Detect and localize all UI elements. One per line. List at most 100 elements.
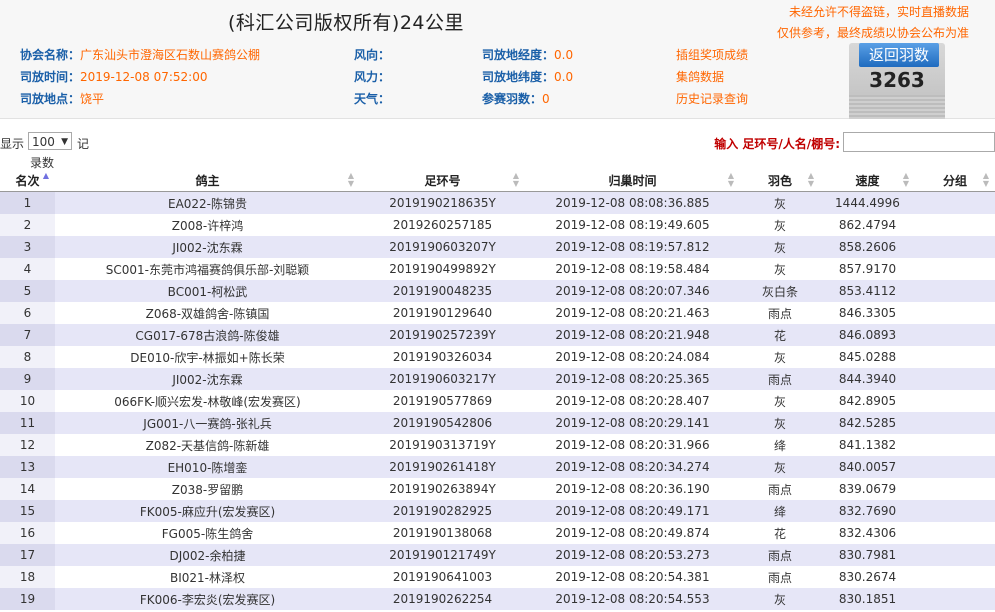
cell-color: 绛 bbox=[740, 434, 820, 456]
cell-arrival: 2019-12-08 08:20:31.966 bbox=[525, 434, 740, 456]
cell-arrival: 2019-12-08 08:20:53.273 bbox=[525, 544, 740, 566]
table-row: 6 Z068-双雄鸽舍-陈镇国 2019190129640 2019-12-08 08… bbox=[0, 302, 995, 324]
col-header-arrival[interactable]: 归巢时间 ▲ ▼ bbox=[525, 170, 740, 192]
cell-owner: BC001-柯松武 bbox=[55, 280, 360, 302]
sort-icon: ▲ ▼ bbox=[982, 171, 989, 188]
cell-owner: JI002-沈东霖 bbox=[55, 236, 360, 258]
page-size-select[interactable]: 100 ▼ bbox=[28, 132, 72, 150]
col-header-owner[interactable]: 鸽主 ▲ ▼ bbox=[55, 170, 360, 192]
table-row: 10 066FK-顺兴宏发-林敬峰(宏发赛区) 2019190577869 2019-… bbox=[0, 390, 995, 412]
cell-color: 雨点 bbox=[740, 566, 820, 588]
cell-rank: 7 bbox=[0, 324, 55, 346]
col-header-group[interactable]: 分组 ▲ ▼ bbox=[915, 170, 995, 192]
cell-ring: 2019190138068 bbox=[360, 522, 525, 544]
header-panel: (科汇公司版权所有)24公里 未经允许不得盗链，实时直播数据 仅供参考，最终成绩… bbox=[0, 0, 995, 119]
cell-rank: 5 bbox=[0, 280, 55, 302]
cell-ring: 2019190121749Y bbox=[360, 544, 525, 566]
history-link[interactable]: 历史记录查询 bbox=[676, 90, 748, 107]
cell-arrival: 2019-12-08 08:20:25.365 bbox=[525, 368, 740, 390]
cell-ring: 2019190542806 bbox=[360, 412, 525, 434]
table-row: 15 FK005-麻应升(宏发赛区) 2019190282925 2019-12-08… bbox=[0, 500, 995, 522]
cell-speed: 862.4794 bbox=[820, 214, 915, 236]
table-row: 12 Z082-天基信鸽-陈新雄 2019190313719Y 2019-12-08 … bbox=[0, 434, 995, 456]
table-row: 5 BC001-柯松武 2019190048235 2019-12-08 08:20:… bbox=[0, 280, 995, 302]
longitude-value: 0.0 bbox=[554, 48, 574, 62]
cell-color: 灰 bbox=[740, 236, 820, 258]
cell-ring: 2019190129640 bbox=[360, 302, 525, 324]
sort-asc-icon: ▲ bbox=[42, 171, 49, 180]
sort-icon: ▲ ▼ bbox=[807, 171, 814, 188]
col-header-speed[interactable]: 速度 ▲ ▼ bbox=[820, 170, 915, 192]
cell-speed: 830.1851 bbox=[820, 588, 915, 610]
cell-group bbox=[915, 214, 995, 236]
cell-ring: 2019190603207Y bbox=[360, 236, 525, 258]
cell-group bbox=[915, 258, 995, 280]
cell-color: 雨点 bbox=[740, 302, 820, 324]
cell-rank: 19 bbox=[0, 588, 55, 610]
cell-arrival: 2019-12-08 08:20:07.346 bbox=[525, 280, 740, 302]
cell-arrival: 2019-12-08 08:20:34.274 bbox=[525, 456, 740, 478]
cell-color: 灰 bbox=[740, 588, 820, 610]
cell-speed: 844.3940 bbox=[820, 368, 915, 390]
cell-rank: 16 bbox=[0, 522, 55, 544]
cell-group bbox=[915, 390, 995, 412]
cell-color: 雨点 bbox=[740, 544, 820, 566]
group-award-link[interactable]: 插组奖项成绩 bbox=[676, 46, 748, 63]
cell-arrival: 2019-12-08 08:20:29.141 bbox=[525, 412, 740, 434]
cell-speed: 830.2674 bbox=[820, 566, 915, 588]
notice-line-2: 仅供参考，最终成绩以协会公布为准 bbox=[776, 26, 969, 40]
cell-speed: 839.0679 bbox=[820, 478, 915, 500]
col-header-rank[interactable]: 名次 ▲ bbox=[0, 170, 55, 192]
cell-owner: DE010-欣宇-林振如+陈长荣 bbox=[55, 346, 360, 368]
cell-group bbox=[915, 324, 995, 346]
col-header-color[interactable]: 羽色 ▲ ▼ bbox=[740, 170, 820, 192]
release-place-row: 司放地点：饶平 bbox=[20, 90, 104, 107]
cell-owner: CG017-678古浪鸽-陈俊雄 bbox=[55, 324, 360, 346]
cell-ring: 2019190326034 bbox=[360, 346, 525, 368]
release-place-label: 司放地点： bbox=[20, 92, 81, 106]
col-header-ring[interactable]: 足环号 ▲ ▼ bbox=[360, 170, 525, 192]
cell-ring: 2019190262254 bbox=[360, 588, 525, 610]
entry-count-value: 0 bbox=[542, 92, 550, 106]
cell-ring: 2019260257185 bbox=[360, 214, 525, 236]
cell-speed: 845.0288 bbox=[820, 346, 915, 368]
table-row: 3 JI002-沈东霖 2019190603207Y 2019-12-08 08:19… bbox=[0, 236, 995, 258]
cell-rank: 12 bbox=[0, 434, 55, 456]
results-table: 名次 ▲ 鸽主 ▲ ▼ 足环号 ▲ ▼ 归巢时间 ▲ ▼ 羽色 ▲ ▼ 速度 ▲ ▼ 分组 ▲ ▼ 1 EA… bbox=[0, 170, 995, 610]
cell-color: 花 bbox=[740, 324, 820, 346]
sort-icon: ▲ ▼ bbox=[347, 171, 354, 188]
table-row: 17 DJ002-余柏捷 2019190121749Y 2019-12-08 08:2… bbox=[0, 544, 995, 566]
cell-speed: 846.3305 bbox=[820, 302, 915, 324]
unit-label: 记 bbox=[77, 137, 90, 151]
cell-rank: 11 bbox=[0, 412, 55, 434]
chevron-down-icon: ▼ bbox=[61, 137, 68, 147]
longitude-row: 司放地经度：0.0 bbox=[482, 46, 573, 63]
cell-speed: 840.0057 bbox=[820, 456, 915, 478]
collection-data-link[interactable]: 集鸽数据 bbox=[676, 68, 724, 85]
cell-speed: 841.1382 bbox=[820, 434, 915, 456]
notice-line-1: 未经允许不得盗链，实时直播数据 bbox=[788, 5, 969, 19]
cell-owner: Z068-双雄鸽舍-陈镇国 bbox=[55, 302, 360, 324]
cell-owner: FG005-陈生鸽舍 bbox=[55, 522, 360, 544]
table-row: 8 DE010-欣宇-林振如+陈长荣 2019190326034 2019-12-08… bbox=[0, 346, 995, 368]
cell-ring: 2019190499892Y bbox=[360, 258, 525, 280]
table-row: 1 EA022-陈锦贵 2019190218635Y 2019-12-08 08:08… bbox=[0, 191, 995, 214]
cell-arrival: 2019-12-08 08:20:49.874 bbox=[525, 522, 740, 544]
cell-owner: FK006-李宏炎(宏发赛区) bbox=[55, 588, 360, 610]
cell-color: 灰 bbox=[740, 390, 820, 412]
cell-speed: 842.5285 bbox=[820, 412, 915, 434]
cell-owner: EA022-陈锦贵 bbox=[55, 191, 360, 214]
cell-rank: 15 bbox=[0, 500, 55, 522]
cell-color: 灰 bbox=[740, 214, 820, 236]
returned-count-value: 3263 bbox=[869, 68, 925, 92]
release-time-label: 司放时间： bbox=[20, 70, 81, 84]
cell-owner: JI002-沈东霖 bbox=[55, 368, 360, 390]
assoc-label: 协会名称： bbox=[20, 48, 81, 62]
search-input[interactable] bbox=[843, 132, 995, 152]
table-row: 16 FG005-陈生鸽舍 2019190138068 2019-12-08 08:2… bbox=[0, 522, 995, 544]
cell-group bbox=[915, 456, 995, 478]
cell-rank: 6 bbox=[0, 302, 55, 324]
cell-arrival: 2019-12-08 08:19:57.812 bbox=[525, 236, 740, 258]
weather-label: 天气： bbox=[354, 92, 391, 106]
cell-ring: 2019190218635Y bbox=[360, 191, 525, 214]
